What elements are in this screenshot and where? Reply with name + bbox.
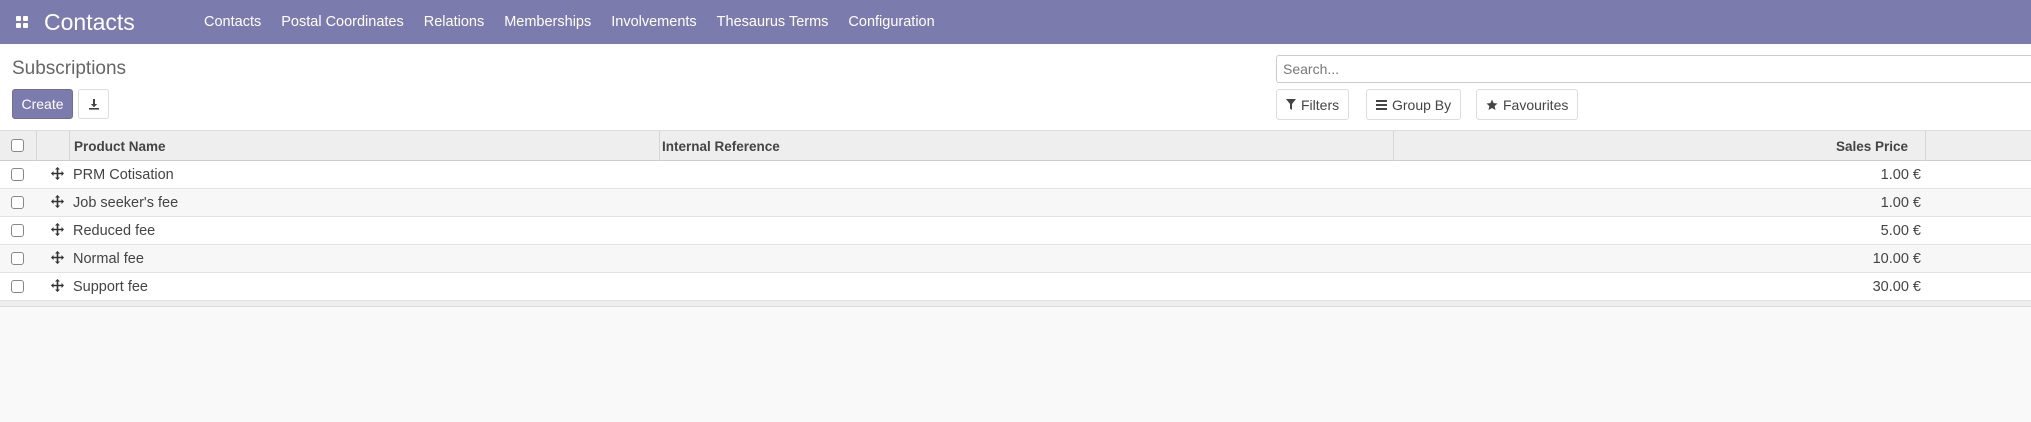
menu-item-configuration[interactable]: Configuration (838, 0, 944, 44)
select-all-checkbox[interactable] (11, 139, 24, 152)
column-header-internal-reference[interactable]: Internal Reference (662, 131, 780, 161)
download-icon (88, 99, 99, 110)
favourites-button[interactable]: Favourites (1476, 89, 1579, 120)
column-header-product-name[interactable]: Product Name (74, 131, 166, 161)
table-row[interactable]: Support fee 30.00 € (0, 273, 2031, 301)
sales-price-cell: 1.00 € (1880, 166, 1921, 183)
menu-item-relations[interactable]: Relations (414, 0, 494, 44)
breadcrumb: Subscriptions (12, 58, 127, 79)
filters-button[interactable]: Filters (1276, 89, 1350, 120)
group-by-button[interactable]: Group By (1366, 89, 1462, 120)
menu-item-thesaurus-terms[interactable]: Thesaurus Terms (707, 0, 839, 44)
table-body: PRM Cotisation 1.00 € Job seeker's fee 1… (0, 161, 2031, 301)
subscriptions-table: Product Name Internal Reference Sales Pr… (0, 130, 2031, 307)
column-header-sales-price[interactable]: Sales Price (1836, 131, 1908, 161)
drag-handle-icon[interactable] (51, 167, 64, 180)
menu-item-memberships[interactable]: Memberships (494, 0, 601, 44)
sales-price-cell: 1.00 € (1880, 194, 1921, 211)
menu-item-postal-coordinates[interactable]: Postal Coordinates (271, 0, 414, 44)
table-header: Product Name Internal Reference Sales Pr… (0, 130, 2031, 161)
group-by-label: Group By (1392, 96, 1452, 113)
search-input[interactable] (1276, 55, 2031, 83)
favourites-label: Favourites (1503, 96, 1569, 113)
drag-handle-icon[interactable] (51, 279, 64, 292)
row-checkbox[interactable] (11, 168, 24, 181)
apps-grid-icon[interactable] (0, 0, 44, 44)
create-button[interactable]: Create (12, 89, 73, 119)
drag-handle-icon[interactable] (51, 251, 64, 264)
table-row[interactable]: Normal fee 10.00 € (0, 245, 2031, 273)
table-row[interactable]: Job seeker's fee 1.00 € (0, 189, 2031, 217)
row-checkbox[interactable] (11, 252, 24, 265)
filter-icon (1286, 99, 1296, 110)
drag-handle-icon[interactable] (51, 223, 64, 236)
product-name-cell: PRM Cotisation (73, 166, 174, 183)
row-checkbox[interactable] (11, 196, 24, 209)
download-button[interactable] (78, 89, 109, 119)
filters-label: Filters (1301, 96, 1340, 113)
product-name-cell: Normal fee (73, 250, 144, 267)
product-name-cell: Support fee (73, 278, 148, 295)
product-name-cell: Reduced fee (73, 222, 156, 239)
menu-item-involvements[interactable]: Involvements (601, 0, 706, 44)
sales-price-cell: 5.00 € (1880, 222, 1921, 239)
sales-price-cell: 10.00 € (1872, 250, 1921, 267)
row-checkbox[interactable] (11, 224, 24, 237)
table-footer (0, 301, 2031, 307)
row-checkbox[interactable] (11, 280, 24, 293)
table-row[interactable]: PRM Cotisation 1.00 € (0, 161, 2031, 189)
table-row[interactable]: Reduced fee 5.00 € (0, 217, 2031, 245)
star-icon (1486, 99, 1498, 110)
bars-icon (1376, 99, 1387, 110)
product-name-cell: Job seeker's fee (73, 194, 179, 211)
app-brand[interactable]: Contacts (44, 9, 194, 36)
main-menu: Contacts Postal Coordinates Relations Me… (194, 0, 945, 44)
menu-item-contacts[interactable]: Contacts (194, 0, 271, 44)
drag-handle-icon[interactable] (51, 195, 64, 208)
sales-price-cell: 30.00 € (1872, 278, 1921, 295)
top-navbar: Contacts Contacts Postal Coordinates Rel… (0, 0, 2031, 44)
